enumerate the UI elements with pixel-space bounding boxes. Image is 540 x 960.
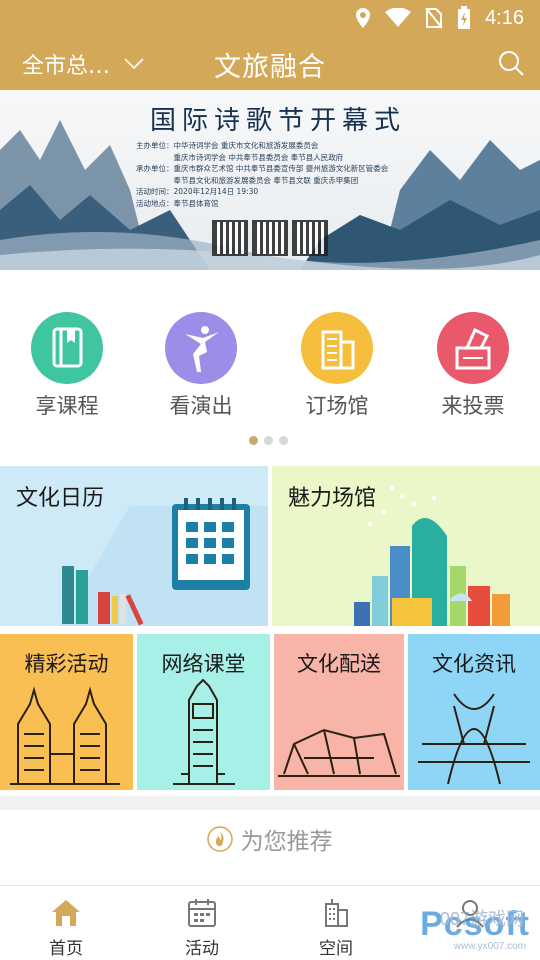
card-culture-calendar[interactable]: 文化日历 <box>0 466 268 626</box>
watermark-url: www.yx007.com <box>453 941 526 952</box>
status-bar: 4:16 <box>0 0 540 36</box>
status-icons: 4:16 <box>355 6 524 30</box>
quick-venue[interactable]: 订场馆 <box>282 312 392 420</box>
grand-theater-icon <box>278 728 400 777</box>
building-icon <box>301 312 373 384</box>
calendar-icon <box>188 899 216 927</box>
carousel-indicator <box>249 436 288 445</box>
page-title: 文旅融合 <box>214 52 326 83</box>
watermark: Pcsoft 007游戏网 www.yx007.com <box>420 905 530 952</box>
building-icon <box>325 899 348 927</box>
nav-activity[interactable]: 活动 <box>152 898 252 959</box>
qr-code-image <box>212 220 248 256</box>
city-skyline-illustration <box>354 486 510 626</box>
card-online-class[interactable]: 网络课堂 <box>137 634 270 790</box>
banner-line: 承办单位：重庆市群众艺术馆 中共奉节县委宣传部 夔州旅游文化新区管委会 <box>136 164 389 173</box>
quick-vote[interactable]: 来投票 <box>418 312 528 420</box>
home-icon <box>52 900 80 926</box>
card-culture-delivery[interactable]: 文化配送 <box>274 634 404 790</box>
banner-line: 活动地点：奉节县体育馆 <box>136 198 219 208</box>
calendar-illustration <box>60 498 268 626</box>
page-dot <box>249 436 258 445</box>
card-culture-news[interactable]: 文化资讯 <box>408 634 540 790</box>
quick-label: 订场馆 <box>305 394 369 418</box>
quick-course[interactable]: 享课程 <box>12 312 122 420</box>
banner-line: 主办单位：中华诗词学会 重庆市文化和旅游发展委员会 <box>136 141 319 150</box>
book-icon <box>31 312 103 384</box>
nav-label: 活动 <box>185 939 219 959</box>
twin-towers-icon <box>10 686 120 785</box>
recommend-heading: 为您推荐 <box>0 822 540 862</box>
bridge-icon <box>418 693 530 785</box>
ballet-dancer-icon <box>165 312 237 384</box>
location-icon <box>356 8 371 28</box>
nav-home[interactable]: 首页 <box>16 898 116 959</box>
quick-label: 看演出 <box>169 394 233 418</box>
banner-line: 活动时间：2020年12月14日 19:30 <box>136 187 259 196</box>
quick-show[interactable]: 看演出 <box>146 312 256 420</box>
ballot-box-icon <box>437 312 509 384</box>
wifi-icon <box>385 8 412 27</box>
search-icon[interactable] <box>496 48 526 78</box>
nav-label: 首页 <box>49 939 83 959</box>
clock-tower-icon <box>173 678 235 785</box>
nav-space[interactable]: 空间 <box>286 898 386 959</box>
quick-entry-row: 享课程 看演出 订场馆 来投票 <box>0 312 540 422</box>
section-divider <box>0 796 540 810</box>
qr-code-image <box>292 220 328 256</box>
quick-label: 来投票 <box>441 394 505 418</box>
banner-line: 重庆市诗词学会 中共奉节县委员会 奉节县人民政府 <box>136 152 344 162</box>
banner-carousel[interactable]: 国际诗歌节开幕式 主办单位：中华诗词学会 重庆市文化和旅游发展委员会 重庆市诗词… <box>0 90 540 270</box>
card-charm-venue[interactable]: 魅力场馆 <box>272 466 540 626</box>
flame-icon <box>207 826 234 852</box>
page-dot <box>264 436 273 445</box>
watermark-site: 007游戏网 <box>439 909 524 929</box>
banner-line: 奉节县文化和旅游发展委员会 奉节县文联 重庆赤甲集团 <box>136 175 359 185</box>
app-header: 全市总… 文旅融合 <box>0 36 540 90</box>
card-activities[interactable]: 精彩活动 <box>0 634 133 790</box>
page-dot <box>279 436 288 445</box>
clock: 4:16 <box>485 6 524 29</box>
banner-title: 国际诗歌节开幕式 <box>150 106 407 136</box>
no-sim-icon <box>425 7 443 29</box>
qr-code-image <box>252 220 288 256</box>
recommend-label: 为您推荐 <box>240 829 333 855</box>
nav-label: 空间 <box>319 939 353 959</box>
battery-charging-icon <box>458 6 471 29</box>
quick-label: 享课程 <box>35 394 99 418</box>
banner-info: 主办单位：中华诗词学会 重庆市文化和旅游发展委员会 重庆市诗词学会 中共奉节县委… <box>136 140 388 209</box>
